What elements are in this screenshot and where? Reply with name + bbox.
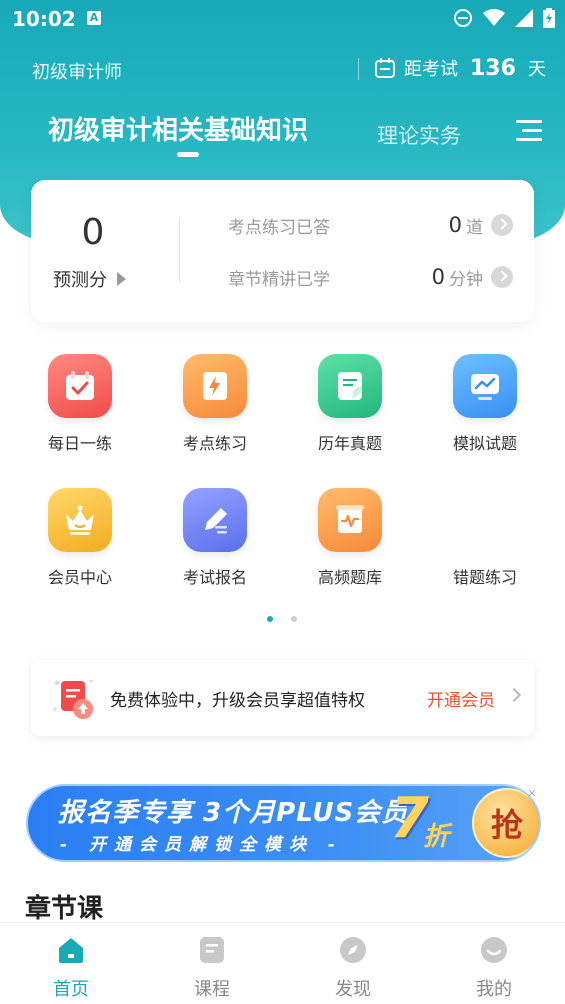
countdown-label: 距考试: [404, 59, 458, 80]
stat-chapter-learned[interactable]: 章节精讲已学 0 分钟: [228, 262, 513, 292]
open-membership-link[interactable]: 开通会员: [427, 686, 495, 711]
scroll-pulse-icon: [318, 488, 382, 552]
feature-label: 错题练习: [452, 568, 517, 587]
promo-banner[interactable]: 报名季专享 3个月PLUS会员 - 开通会员解锁全模块 - 7 折 抢: [26, 784, 541, 862]
score-card: 0 预测分 考点练习已答 0 道 章节精讲已学 0 分钟: [31, 180, 534, 322]
pager-dot-active: [267, 616, 273, 622]
nav-discover[interactable]: 发现: [313, 935, 393, 1001]
active-tab-indicator: [177, 152, 199, 157]
upgrade-doc-icon: [53, 679, 93, 719]
leaf-doc-icon: [318, 354, 382, 418]
stat-value: 0: [448, 213, 462, 237]
feature-exam-registration[interactable]: 考试报名: [160, 488, 270, 598]
countdown-unit: 天: [527, 59, 546, 80]
predicted-score-button[interactable]: 预测分: [53, 266, 126, 292]
stat-unit: 道: [466, 217, 483, 238]
pager-dots: [267, 616, 297, 622]
lightning-doc-icon: [183, 354, 247, 418]
exam-name[interactable]: 初级审计师: [32, 58, 122, 84]
tab-basic-knowledge[interactable]: 初级审计相关基础知识: [48, 110, 308, 147]
calendar-icon: [375, 58, 395, 78]
signal-icon: [515, 9, 533, 27]
nav-label: 首页: [53, 979, 89, 1000]
home-icon: [59, 938, 83, 963]
notification-icon: A: [87, 11, 101, 25]
tab-theory-practice[interactable]: 理论实务: [377, 120, 461, 150]
stat-label: 章节精讲已学: [228, 269, 330, 290]
banner-close-icon[interactable]: ×: [527, 786, 537, 800]
nav-courses[interactable]: 课程: [172, 935, 252, 1001]
feature-label: 会员中心: [47, 568, 112, 587]
nav-label: 我的: [476, 979, 512, 1000]
stat-practice-answered[interactable]: 考点练习已答 0 道: [228, 210, 513, 240]
status-bar: 10:02 A: [0, 0, 565, 38]
predicted-score-label: 预测分: [53, 270, 107, 291]
stat-value: 0: [431, 265, 445, 289]
feature-high-frequency-bank[interactable]: 高频题库: [295, 488, 405, 598]
banner-subline: - 开通会员解锁全模块 -: [60, 835, 343, 855]
feature-daily-practice[interactable]: 每日一练: [25, 354, 135, 464]
feature-label: 每日一练: [47, 434, 112, 453]
bottom-navigation: 首页 课程 发现 我的: [0, 922, 565, 1004]
course-icon: [200, 937, 224, 963]
banner-headline: 报名季专享 3个月PLUS会员: [58, 798, 409, 828]
header-divider: [358, 58, 359, 80]
feature-member-center[interactable]: 会员中心: [25, 488, 135, 598]
do-not-disturb-icon: [454, 9, 472, 27]
feature-past-exams[interactable]: 历年真题: [295, 354, 405, 464]
feature-label: 考试报名: [182, 568, 247, 587]
nav-home[interactable]: 首页: [31, 935, 111, 1001]
feature-mock-exams[interactable]: 模拟试题: [430, 354, 540, 464]
feature-wrong-question-practice[interactable]: 错题练习: [430, 488, 540, 598]
feature-label: 模拟试题: [452, 434, 517, 453]
vip-promo-card[interactable]: 免费体验中，升级会员享超值特权 开通会员: [31, 660, 534, 736]
feature-label: 高频题库: [317, 568, 382, 587]
menu-icon[interactable]: [516, 120, 542, 142]
stat-unit: 分钟: [449, 269, 483, 290]
nav-label: 发现: [335, 979, 371, 1000]
exam-countdown[interactable]: 距考试 136 天: [374, 55, 546, 81]
monitor-chart-icon: [453, 354, 517, 418]
status-icons: [453, 8, 555, 28]
chevron-right-icon: [491, 214, 513, 236]
chevron-right-icon: [506, 687, 522, 703]
card-divider: [179, 218, 180, 282]
nav-label: 课程: [194, 979, 230, 1000]
feature-label: 历年真题: [317, 434, 382, 453]
nav-profile[interactable]: 我的: [454, 935, 534, 1001]
pen-paper-icon: [183, 488, 247, 552]
banner-discount-unit: 折: [423, 822, 450, 852]
stat-label: 考点练习已答: [228, 217, 330, 238]
feature-topic-practice[interactable]: 考点练习: [160, 354, 270, 464]
crown-icon: [48, 488, 112, 552]
pager-dot: [291, 616, 297, 622]
section-title: 章节课: [25, 894, 104, 924]
countdown-days: 136: [470, 55, 516, 81]
compass-icon: [340, 937, 366, 963]
feature-label: 考点练习: [182, 434, 247, 453]
predicted-score-value: 0: [81, 212, 105, 253]
triangle-right-icon: [117, 272, 126, 286]
calendar-check-icon: [48, 354, 112, 418]
status-time: 10:02: [12, 7, 76, 31]
wifi-icon: [483, 9, 505, 26]
chevron-right-icon: [491, 266, 513, 288]
vip-promo-text: 免费体验中，升级会员享超值特权: [110, 691, 365, 711]
smile-icon: [481, 937, 507, 963]
battery-icon: [543, 8, 555, 28]
